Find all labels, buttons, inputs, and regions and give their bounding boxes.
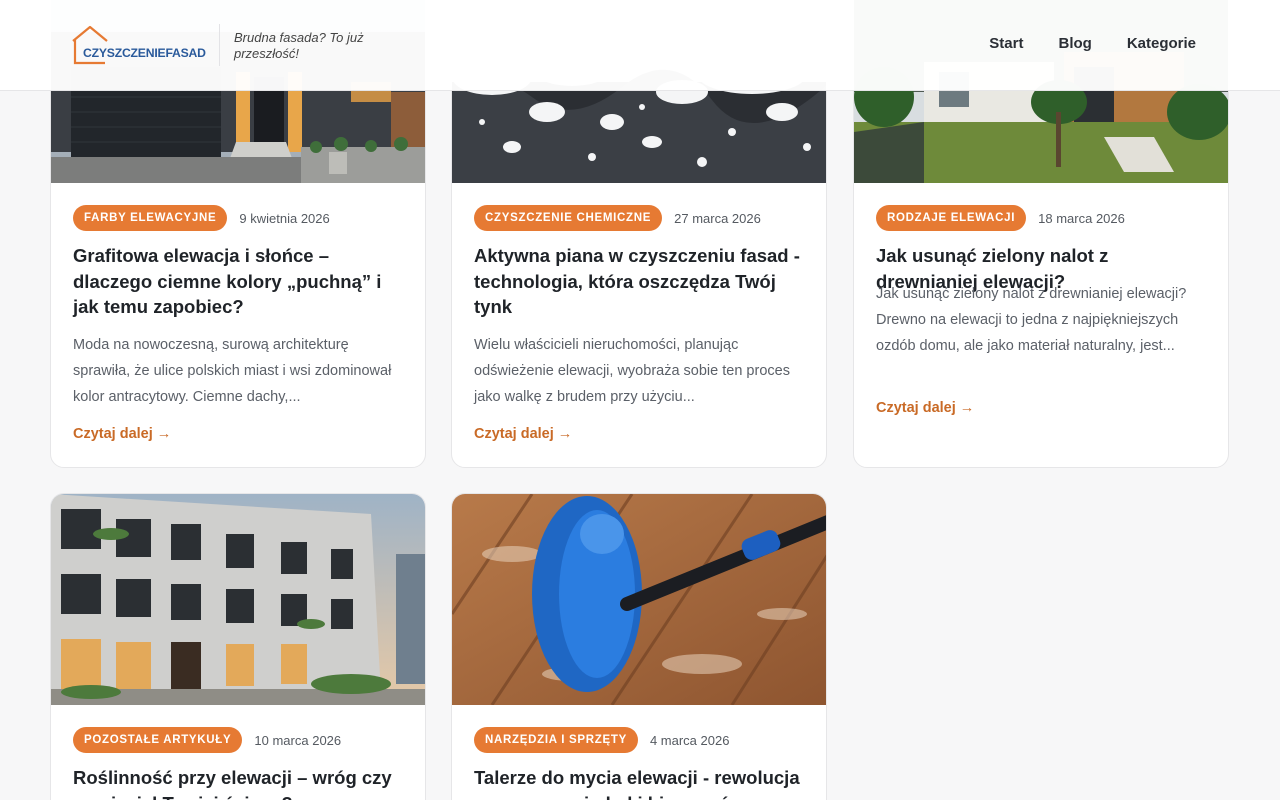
post-excerpt: Jak usunąć zielony nalot z drewnianiej e… (876, 286, 1187, 354)
post-title[interactable]: Roślinność przy elewacji – wróg czy przy… (73, 765, 403, 800)
logo-house-icon: CZYSZCZENIEFASAD.PL (72, 25, 206, 65)
post-title[interactable]: Grafitowa elewacja i słońce – dlaczego c… (73, 243, 403, 320)
nav-start[interactable]: Start (989, 34, 1023, 54)
card-image-surface-cleaner[interactable] (452, 494, 826, 705)
category-badge[interactable]: NARZĘDZIA I SPRZĘTY (474, 727, 638, 753)
post-excerpt: Moda na nowoczesną, surową architekturę … (73, 337, 392, 405)
read-more-link[interactable]: Czytaj dalej → (73, 426, 171, 442)
read-more-link[interactable]: Czytaj dalej → (876, 400, 974, 416)
post-title[interactable]: Talerze do mycia elewacji - rewolucja w … (474, 765, 804, 800)
post-date: 10 marca 2026 (254, 732, 342, 748)
post-excerpt: Wielu właścicieli nieruchomości, planują… (474, 337, 790, 405)
card-image-apartment-building[interactable] (51, 494, 425, 705)
article-card[interactable]: NARZĘDZIA I SPRZĘTY 4 marca 2026 Talerze… (451, 493, 827, 800)
post-date: 4 marca 2026 (649, 732, 730, 748)
main-nav: Start Blog Kategorie (989, 34, 1196, 54)
nav-blog[interactable]: Blog (1058, 34, 1091, 54)
post-date: 18 marca 2026 (1038, 210, 1125, 226)
logo-text: CZYSZCZENIEFASAD.PL (83, 46, 206, 60)
post-title[interactable]: Aktywna piana w czyszczeniu fasad - tech… (474, 243, 804, 320)
category-badge[interactable]: RODZAJE ELEWACJI (876, 205, 1027, 231)
category-badge[interactable]: FARBY ELEWACYJNE (73, 205, 228, 231)
post-date: 27 marca 2026 (674, 210, 761, 226)
article-card[interactable]: POZOSTAŁE ARTYKUŁY 10 marca 2026 Roślinn… (50, 493, 426, 800)
post-date: 9 kwietnia 2026 (239, 210, 330, 226)
category-badge[interactable]: CZYSZCZENIE CHEMICZNE (474, 205, 663, 231)
header-divider (219, 24, 220, 66)
site-tagline: Brudna fasada? To już przeszłość! (234, 30, 364, 61)
read-more-link[interactable]: Czytaj dalej → (474, 426, 572, 442)
site-header: CZYSZCZENIEFASAD.PL Brudna fasada? To ju… (0, 0, 1280, 91)
category-badge[interactable]: POZOSTAŁE ARTYKUŁY (73, 727, 243, 753)
nav-kategorie[interactable]: Kategorie (1127, 34, 1196, 54)
site-logo[interactable]: CZYSZCZENIEFASAD.PL (72, 25, 206, 65)
